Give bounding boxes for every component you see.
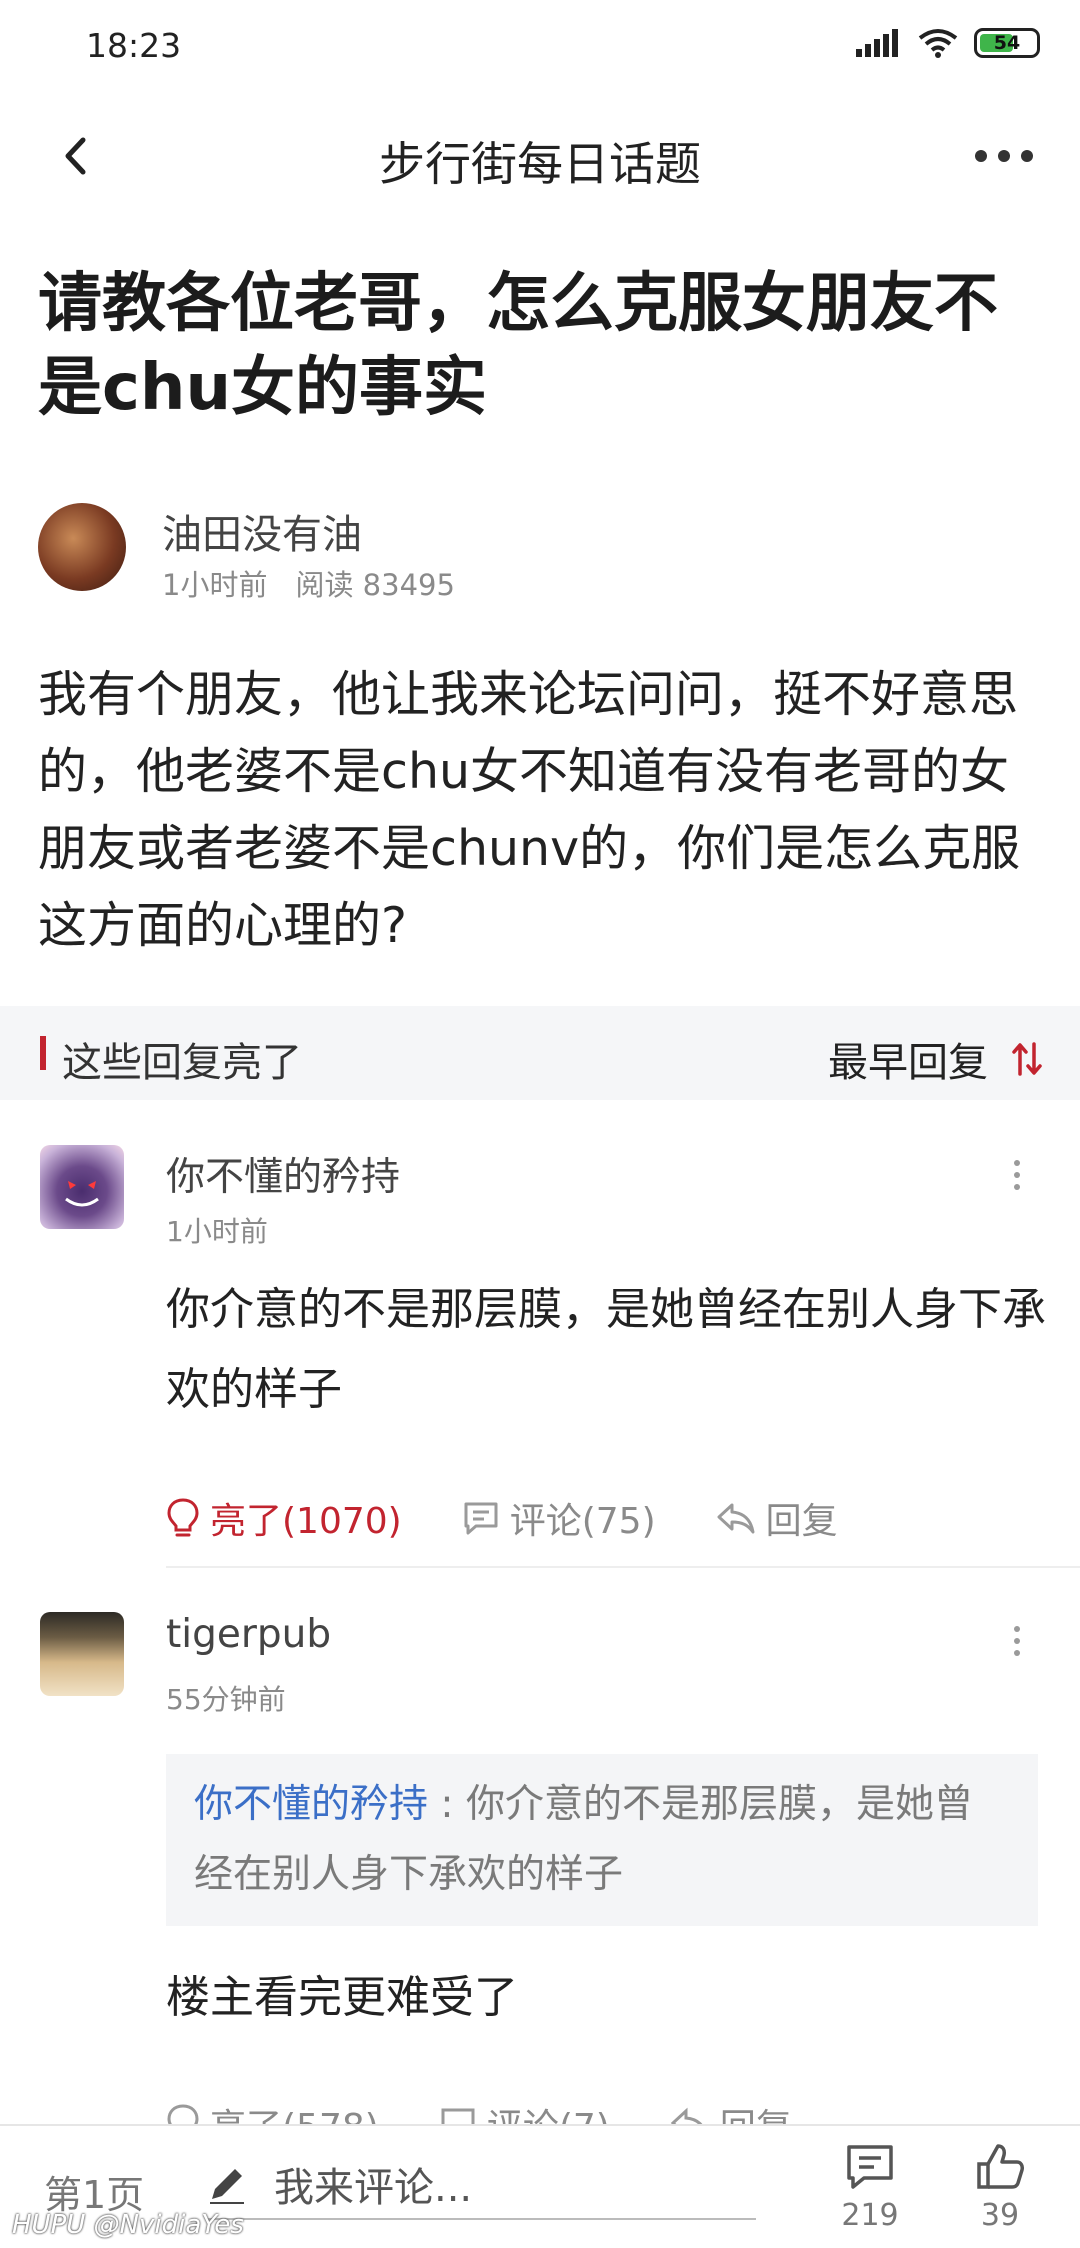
author-avatar[interactable]: [38, 503, 126, 591]
divider: [166, 1566, 1080, 1568]
reply-text: 楼主看完更难受了: [166, 1972, 518, 2023]
kebab-icon: [1014, 1160, 1020, 1166]
battery-icon: 54: [974, 28, 1040, 58]
section-label: 这些回复亮了: [62, 1040, 302, 1086]
section-accent: [40, 1036, 46, 1070]
comments-button[interactable]: 219: [830, 2142, 910, 2233]
more-icon: [975, 150, 1033, 162]
post-reads: 阅读 83495: [295, 568, 455, 602]
nav-title: 步行街每日话题: [379, 137, 701, 191]
comment-placeholder: 我来评论...: [274, 2165, 473, 2211]
reply-item: 你不懂的矜持 1小时前 你介意的不是那层膜，是她曾经在别人身下承欢的样子 亮了(…: [0, 1140, 1080, 1580]
status-bar: 18:23 54: [0, 0, 1080, 96]
battery-level: 54: [993, 32, 1021, 54]
reply-avatar[interactable]: [40, 1145, 124, 1229]
reply-button[interactable]: 回复: [716, 1492, 838, 1544]
bottom-bar: 第1页 我来评论... 219 39 HUPU @NvidiaYes: [0, 2124, 1080, 2248]
signal-icon: [856, 29, 898, 57]
quote-separator: :: [428, 1782, 466, 1827]
reply-text: 你介意的不是那层膜，是她曾经在别人身下承欢的样子: [166, 1284, 1046, 1415]
post-title: 请教各位老哥，怎么克服女朋友不是chu女的事实: [38, 267, 998, 425]
pencil-icon: [210, 2169, 244, 2204]
reply-time: 55分钟前: [166, 1683, 286, 1716]
post-author: 油田没有油 1小时前 阅读 83495: [38, 500, 1038, 602]
kebab-icon: [1014, 1626, 1020, 1632]
watermark: HUPU @NvidiaYes: [12, 2210, 244, 2240]
like-count: 亮了(1070): [210, 1501, 402, 1542]
status-icons: 54: [856, 28, 1040, 58]
comment-button[interactable]: 评论(75): [462, 1492, 656, 1544]
reply-icon: [717, 1503, 755, 1534]
sort-label: 最早回复: [828, 1040, 988, 1086]
post-meta: 1小时前 阅读 83495: [162, 562, 455, 604]
reply-avatar[interactable]: [40, 1612, 124, 1696]
more-button[interactable]: [968, 132, 1040, 180]
author-name[interactable]: 油田没有油: [162, 502, 362, 560]
reply-more-button[interactable]: [1002, 1616, 1032, 1666]
comment-total: 219: [841, 2198, 899, 2233]
comment-input[interactable]: 我来评论...: [206, 2150, 756, 2220]
reply-username[interactable]: tigerpub: [166, 1612, 331, 1657]
wifi-icon: [918, 29, 958, 58]
post-time: 1小时前: [162, 568, 268, 602]
sort-icon: [1012, 1042, 1042, 1076]
avatar-face-icon: [65, 1181, 99, 1207]
comment-icon: [847, 2145, 893, 2189]
highlight-replies-header: 这些回复亮了 最早回复: [0, 1006, 1080, 1100]
comment-icon: [464, 1502, 498, 1535]
comment-count: 评论(75): [509, 1501, 656, 1542]
quoted-reply[interactable]: 你不懂的矜持 : 你介意的不是那层膜，是她曾经在别人身下承欢的样子: [166, 1754, 1038, 1926]
sort-toggle[interactable]: 最早回复: [828, 1030, 1042, 1088]
reply-username[interactable]: 你不懂的矜持: [166, 1146, 400, 1202]
reply-item: tigerpub 55分钟前 你不懂的矜持 : 你介意的不是那层膜，是她曾经在别…: [0, 1606, 1080, 2148]
reply-label: 回复: [765, 1501, 838, 1542]
post-body: 我有个朋友，他让我来论坛问问，挺不好意思的，他老婆不是chu女不知道有没有老哥的…: [38, 666, 1021, 954]
reply-time: 1小时前: [166, 1215, 268, 1248]
nav-bar: 步行街每日话题: [0, 96, 1080, 216]
reply-actions: 亮了(1070) 评论(75) 回复: [166, 1492, 898, 1544]
lightbulb-icon: [167, 1498, 199, 1537]
like-button[interactable]: 亮了(1070): [166, 1492, 402, 1544]
thumbs-up-icon: [977, 2144, 1024, 2189]
like-total: 39: [980, 2198, 1020, 2233]
status-time: 18:23: [86, 26, 182, 65]
quoted-username[interactable]: 你不懂的矜持: [194, 1782, 428, 1827]
like-post-button[interactable]: 39: [960, 2142, 1040, 2233]
reply-more-button[interactable]: [1002, 1150, 1032, 1200]
